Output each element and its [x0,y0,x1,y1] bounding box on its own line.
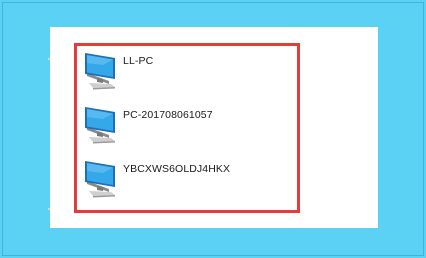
highlight-box [74,43,300,213]
divider-dot [48,208,50,210]
divider-dot [48,58,50,60]
